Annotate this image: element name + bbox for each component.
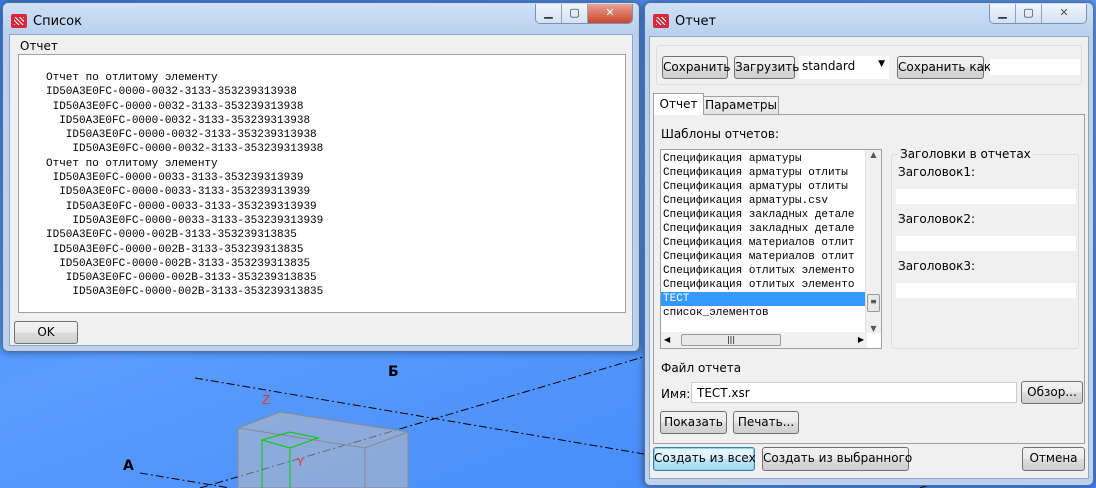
file-name-input[interactable]: ТЕСТ.xsr: [691, 382, 1017, 403]
cancel-button[interactable]: Отмена: [1022, 447, 1085, 471]
report-line: ID50A3E0FC-0000-0032-3133-353239313938: [46, 129, 317, 142]
header-label: Заголовок1:: [898, 165, 976, 179]
report-line: Отчет по отлитому элементу: [46, 157, 218, 170]
report-window-client: Сохранить Загрузить standard ▼ Сохранить…: [649, 36, 1089, 479]
report-line: ID50A3E0FC-0000-0032-3133-353239313938: [46, 114, 311, 127]
report-line: ID50A3E0FC-0000-002B-3133-353239313835: [46, 286, 324, 299]
report-window-titlebar[interactable]: Отчет ▁ ▢ ✕: [645, 3, 1093, 33]
file-group-label: Файл отчета: [661, 361, 742, 375]
print-button[interactable]: Печать...: [733, 411, 799, 434]
report-window: Отчет ▁ ▢ ✕ Сохранить Загрузить standard…: [644, 2, 1094, 486]
save-as-button[interactable]: Сохранить как: [897, 56, 991, 79]
save-as-name-input[interactable]: [990, 59, 1080, 75]
report-line: ID50A3E0FC-0000-0033-3133-353239313939: [46, 200, 317, 213]
report-line: ID50A3E0FC-0000-0032-3133-353239313938: [46, 86, 297, 99]
toolbar: Сохранить Загрузить standard ▼ Сохранить…: [656, 45, 1082, 85]
report-window-title: Отчет: [675, 14, 717, 29]
report-line: ID50A3E0FC-0000-0032-3133-353239313938: [46, 100, 304, 113]
preset-value: standard: [802, 59, 856, 73]
show-button[interactable]: Показать: [660, 411, 727, 434]
report-line: ID50A3E0FC-0000-0033-3133-353239313939: [46, 186, 311, 199]
report-text-area[interactable]: Отчет по отлитому элементу ID50A3E0FC-000…: [18, 54, 626, 313]
report-group-label: Отчет: [20, 39, 58, 53]
close-button[interactable]: ✕: [1042, 4, 1086, 23]
scroll-left-icon[interactable]: ◀: [664, 335, 670, 344]
report-line: ID50A3E0FC-0000-002B-3133-353239313835: [46, 272, 317, 285]
create-from-all-button[interactable]: Создать из всех: [653, 447, 756, 471]
maximize-button[interactable]: ▢: [562, 4, 588, 23]
template-item[interactable]: ТЕСТ: [661, 292, 865, 306]
report-line: Отчет по отлитому элементу: [46, 72, 218, 84]
headers-group: Заголовки в отчетах Заголовок1: Заголовок…: [891, 147, 1079, 349]
axis-z-label: Z: [262, 393, 270, 407]
template-item[interactable]: список_элементов: [661, 306, 865, 320]
scroll-thumb[interactable]: ≡: [867, 294, 880, 312]
list-window-client: Отчет Отчет по отлитому элементу ID50A3E0…: [9, 34, 633, 346]
list-window-title: Список: [33, 14, 82, 29]
report-line: ID50A3E0FC-0000-002B-3133-353239313835: [46, 243, 304, 256]
create-from-selected-button[interactable]: Создать из выбранного: [762, 447, 912, 471]
close-button[interactable]: ✕: [588, 4, 632, 23]
template-item[interactable]: Спецификация арматуры.csv: [661, 194, 865, 208]
minimize-button[interactable]: ▁: [990, 4, 1016, 23]
3d-box: [237, 411, 409, 488]
header-input[interactable]: [896, 283, 1076, 298]
template-item[interactable]: Спецификация материалов отлит: [661, 250, 865, 264]
header-input[interactable]: [896, 236, 1076, 251]
list-window-titlebar[interactable]: Список ▁ ▢ ✕: [3, 3, 639, 33]
save-button[interactable]: Сохранить: [662, 56, 731, 79]
header-label: Заголовок3:: [898, 259, 976, 273]
report-line: ID50A3E0FC-0000-002B-3133-353239313835: [46, 229, 297, 242]
header-label: Заголовок2:: [898, 212, 976, 226]
report-line: ID50A3E0FC-0000-0033-3133-353239313939: [46, 214, 324, 227]
chevron-down-icon: ▼: [878, 59, 885, 69]
list-window: Список ▁ ▢ ✕ Отчет Отчет по отлитому эле…: [2, 2, 640, 352]
template-item[interactable]: Спецификация арматуры отлиты: [661, 166, 865, 180]
browse-button[interactable]: Обзор...: [1021, 381, 1083, 404]
name-label: Имя:: [661, 387, 691, 401]
template-item[interactable]: Спецификация материалов отлит: [661, 236, 865, 250]
section-label-b: Б: [388, 364, 399, 380]
tab-parameters[interactable]: Параметры: [703, 96, 779, 115]
templates-list[interactable]: Спецификация арматуры Спецификация армату…: [660, 149, 882, 349]
report-line: ID50A3E0FC-0000-0032-3133-353239313938: [46, 143, 324, 156]
preset-select[interactable]: standard ▼: [799, 56, 889, 79]
vertical-scrollbar[interactable]: ▲ ≡ ▼: [865, 150, 881, 333]
header-input[interactable]: [896, 189, 1076, 204]
template-item[interactable]: Спецификация арматуры: [661, 152, 865, 166]
scroll-right-icon[interactable]: ▶: [858, 335, 864, 344]
minimize-button[interactable]: ▁: [536, 4, 562, 23]
template-item[interactable]: Спецификация арматуры отлиты: [661, 180, 865, 194]
horizontal-scrollbar[interactable]: ◀ ||| ▶: [661, 332, 867, 348]
headers-group-label: Заголовки в отчетах: [898, 147, 1033, 161]
scroll-up-icon[interactable]: ▲: [866, 150, 881, 159]
load-button[interactable]: Загрузить: [734, 56, 799, 79]
hscroll-thumb[interactable]: |||: [681, 334, 781, 346]
template-item[interactable]: Спецификация закладных детале: [661, 208, 865, 222]
axis-y-label: Y: [296, 456, 304, 469]
template-item[interactable]: Спецификация закладных детале: [661, 222, 865, 236]
maximize-button[interactable]: ▢: [1016, 4, 1042, 23]
tab-panel: Шаблоны отчетов: Спецификация арматуры Сп…: [653, 114, 1085, 444]
template-item[interactable]: Спецификация отлитых элементо: [661, 264, 865, 278]
templates-label: Шаблоны отчетов:: [661, 127, 779, 141]
section-label-a: А: [123, 458, 134, 474]
ok-button[interactable]: OK: [14, 321, 78, 344]
tab-report[interactable]: Отчет: [653, 93, 704, 115]
app-icon: [653, 14, 669, 28]
app-icon: [11, 14, 27, 28]
report-line: ID50A3E0FC-0000-002B-3133-353239313835: [46, 257, 311, 270]
scroll-down-icon[interactable]: ▼: [866, 324, 881, 333]
template-item[interactable]: Спецификация отлитых элементо: [661, 278, 865, 292]
report-line: ID50A3E0FC-0000-0033-3133-353239313939: [46, 172, 304, 185]
